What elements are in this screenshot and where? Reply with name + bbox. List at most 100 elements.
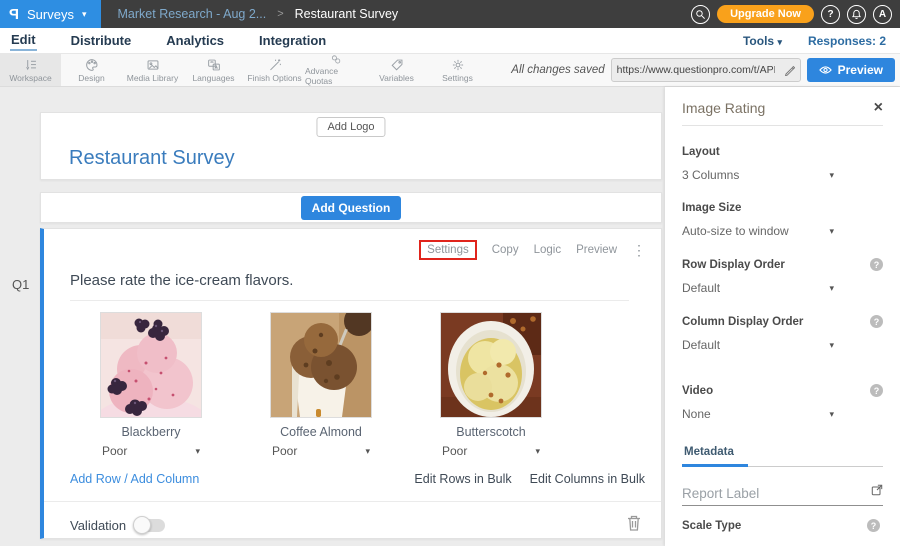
field-label: Row Display Order xyxy=(682,259,785,271)
field-video: Video ? None ▾ xyxy=(682,384,883,421)
add-column-link[interactable]: Add Column xyxy=(131,472,200,486)
tab-metadata[interactable]: Metadata xyxy=(682,446,748,467)
validation-toggle[interactable] xyxy=(135,519,165,532)
chevron-down-icon: ▾ xyxy=(195,446,200,457)
nav-tab-integration[interactable]: Integration xyxy=(258,31,327,50)
tools-menu[interactable]: Tools ▾ xyxy=(743,34,782,48)
surveys-menu[interactable]: P Surveys ▾ xyxy=(0,0,101,28)
question-logic-button[interactable]: Logic xyxy=(534,244,562,256)
chain-links-icon xyxy=(329,54,343,65)
item-label[interactable]: Butterscotch xyxy=(456,425,525,439)
work-area: Add Logo Restaurant Survey Add Question … xyxy=(0,87,900,546)
chevron-down-icon: ▾ xyxy=(535,446,540,457)
add-question-button[interactable]: Add Question xyxy=(301,196,402,220)
question-number: Q1 xyxy=(12,277,29,292)
help-icon[interactable]: ? xyxy=(867,519,880,532)
survey-canvas: Add Logo Restaurant Survey Add Question … xyxy=(0,87,665,546)
nav-tab-edit[interactable]: Edit xyxy=(10,30,37,51)
rating-dropdown[interactable]: Poor ▾ xyxy=(98,444,204,458)
help-icon[interactable]: ? xyxy=(870,384,883,397)
edit-url-button[interactable] xyxy=(780,65,800,76)
row-display-order-dropdown[interactable]: Default ▾ xyxy=(682,281,834,295)
questionpro-logo: P xyxy=(9,6,19,23)
toolbar-item-media-library[interactable]: Media Library xyxy=(122,54,183,86)
rating-dropdown[interactable]: Poor ▾ xyxy=(268,444,374,458)
question-text[interactable]: Please rate the ice-cream flavors. xyxy=(70,272,661,289)
panel-header: Image Rating × xyxy=(682,87,883,116)
column-display-order-dropdown[interactable]: Default ▾ xyxy=(682,338,834,352)
butterscotch-image[interactable] xyxy=(440,312,542,418)
add-question-bar: Add Question xyxy=(40,192,662,223)
item-label[interactable]: Coffee Almond xyxy=(280,425,362,439)
question-copy-button[interactable]: Copy xyxy=(492,244,519,256)
video-dropdown[interactable]: None ▾ xyxy=(682,407,834,421)
blackberry-image[interactable] xyxy=(100,312,202,418)
magic-wand-icon xyxy=(268,58,282,72)
gear-icon xyxy=(451,58,465,72)
edit-columns-in-bulk-link[interactable]: Edit Columns in Bulk xyxy=(530,472,645,486)
help-icon: ? xyxy=(827,9,833,20)
chevron-down-icon: ▾ xyxy=(829,409,834,420)
avatar[interactable]: A xyxy=(873,5,892,24)
upgrade-now-button[interactable]: Upgrade Now xyxy=(717,5,814,23)
notifications-button[interactable] xyxy=(847,5,866,24)
delete-question-button[interactable] xyxy=(627,515,641,536)
field-column-display-order: Column Display Order ? Default ▾ xyxy=(682,315,883,352)
rating-item-coffee-almond: Coffee Almond Poor ▾ xyxy=(266,312,376,458)
item-label[interactable]: Blackberry xyxy=(121,425,180,439)
nav-tab-analytics[interactable]: Analytics xyxy=(165,31,225,50)
rating-dropdown[interactable]: Poor ▾ xyxy=(438,444,544,458)
nav-tab-distribute[interactable]: Distribute xyxy=(70,31,133,50)
toolbar-item-settings[interactable]: Settings xyxy=(427,54,488,86)
editor-toolbar: Workspace Design Media Library Languages… xyxy=(0,54,900,87)
save-status: All changes saved xyxy=(511,64,604,76)
more-options-icon[interactable]: ⋮ xyxy=(632,242,646,259)
help-button[interactable]: ? xyxy=(821,5,840,24)
coffee-almond-image[interactable] xyxy=(270,312,372,418)
field-label: Column Display Order xyxy=(682,316,803,328)
preview-button[interactable]: Preview xyxy=(807,58,895,82)
eye-icon xyxy=(819,65,832,75)
toolbar-item-advance-quotas[interactable]: Advance Quotas xyxy=(305,54,366,86)
image-size-dropdown[interactable]: Auto-size to window ▾ xyxy=(682,224,834,238)
product-label: Surveys xyxy=(27,7,74,22)
layout-dropdown[interactable]: 3 Columns ▾ xyxy=(682,168,834,182)
image-rating-items: Blackberry Poor ▾ xyxy=(44,301,661,458)
search-icon xyxy=(695,9,706,20)
toolbar-item-workspace[interactable]: Workspace xyxy=(0,54,61,86)
breadcrumb-parent[interactable]: Market Research - Aug 2... xyxy=(118,7,267,21)
survey-title[interactable]: Restaurant Survey xyxy=(69,147,235,170)
breadcrumb-current: Restaurant Survey xyxy=(295,7,399,21)
field-label: Image Size xyxy=(682,202,741,214)
primary-nav: Edit Distribute Analytics Integration To… xyxy=(0,28,900,54)
survey-header-card: Add Logo Restaurant Survey xyxy=(40,112,662,180)
question-preview-button[interactable]: Preview xyxy=(576,244,617,256)
workspace-icon xyxy=(24,58,38,72)
report-label-input[interactable] xyxy=(682,486,871,501)
expand-button[interactable] xyxy=(871,483,883,501)
question-card: Q1 Settings Copy Logic Preview ⋮ Please … xyxy=(40,228,662,539)
nav-right: Tools ▾ Responses: 2 xyxy=(743,34,890,48)
survey-url-input[interactable] xyxy=(612,64,780,76)
edit-rows-in-bulk-link[interactable]: Edit Rows in Bulk xyxy=(414,472,511,486)
toggle-knob xyxy=(133,516,151,534)
search-button[interactable] xyxy=(691,5,710,24)
field-image-size: Image Size Auto-size to window ▾ xyxy=(682,202,883,238)
help-icon[interactable]: ? xyxy=(870,258,883,271)
toolbar-item-finish-options[interactable]: Finish Options xyxy=(244,54,305,86)
toolbar-item-variables[interactable]: Variables xyxy=(366,54,427,86)
question-actions: Settings Copy Logic Preview ⋮ xyxy=(44,229,661,260)
add-logo-button[interactable]: Add Logo xyxy=(316,117,385,137)
close-icon[interactable]: × xyxy=(874,100,883,116)
translate-icon xyxy=(207,58,221,72)
external-link-icon xyxy=(871,484,883,496)
add-row-link[interactable]: Add Row xyxy=(70,472,121,486)
responses-count[interactable]: Responses: 2 xyxy=(808,34,886,48)
pencil-icon xyxy=(784,65,795,76)
trash-icon xyxy=(627,515,641,531)
validation-label: Validation xyxy=(70,518,126,533)
help-icon[interactable]: ? xyxy=(870,315,883,328)
question-settings-button[interactable]: Settings xyxy=(419,240,477,260)
toolbar-item-design[interactable]: Design xyxy=(61,54,122,86)
toolbar-item-languages[interactable]: Languages xyxy=(183,54,244,86)
